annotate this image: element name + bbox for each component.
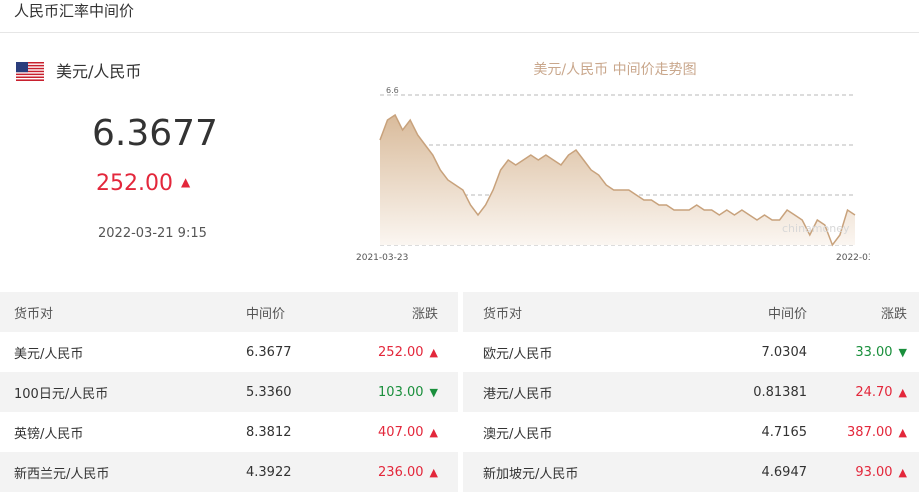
header-pair: 货币对 — [14, 306, 54, 322]
header-change: 涨跌 — [411, 306, 438, 322]
up-arrow-icon: ▲ — [180, 175, 191, 189]
row-pair: 英镑/人民币 — [14, 426, 84, 442]
row-mid: 4.6947 — [761, 464, 808, 480]
row-change-value: 407.00 — [378, 424, 424, 440]
row-pair: 港元/人民币 — [483, 386, 553, 402]
down-arrow-icon: ▼ — [898, 345, 907, 359]
featured-timestamp: 2022-03-21 9:15 — [98, 226, 207, 241]
x-end-label: 2022-03-21 — [836, 253, 870, 263]
up-arrow-icon: ▲ — [898, 385, 907, 399]
row-pair: 澳元/人民币 — [483, 426, 553, 442]
header-mid: 中间价 — [246, 306, 286, 322]
featured-change-value: 252.00 — [96, 171, 173, 196]
header-change: 涨跌 — [880, 306, 907, 322]
row-mid: 0.81381 — [753, 384, 807, 400]
row-pair: 新加坡元/人民币 — [483, 466, 579, 482]
row-pair: 欧元/人民币 — [483, 346, 553, 362]
row-change: 407.00 ▲ — [350, 425, 458, 440]
row-pair: 美元/人民币 — [14, 346, 84, 362]
trend-chart: 6.66.56.46.3 chinamoney 2021-03-23 2022-… — [356, 86, 870, 263]
up-arrow-icon: ▲ — [898, 465, 907, 479]
rates-table-right: 货币对 中间价 涨跌 欧元/人民币 7.0304 33.00 ▼ 港元/人民币 0.813… — [463, 292, 919, 492]
up-arrow-icon: ▲ — [429, 425, 438, 439]
row-pair: 新西兰元/人民币 — [14, 466, 110, 482]
row-change-value: 387.00 — [847, 424, 893, 440]
chart-title: 美元/人民币 中间价走势图 — [533, 62, 697, 78]
table-row[interactable]: 港元/人民币 0.81381 24.70 ▲ — [463, 372, 919, 412]
chart-watermark: chinamoney — [782, 222, 850, 235]
row-mid: 8.3812 — [246, 424, 292, 440]
row-change-value: 103.00 — [378, 384, 424, 400]
page-title: 人民币汇率中间价 — [14, 2, 135, 20]
table-header: 货币对 中间价 涨跌 — [0, 292, 458, 332]
row-mid: 4.3922 — [246, 464, 292, 480]
row-change-value: 93.00 — [855, 464, 893, 480]
row-pair: 100日元/人民币 — [14, 386, 109, 402]
table-row[interactable]: 新西兰元/人民币 4.3922 236.00 ▲ — [0, 452, 458, 492]
up-arrow-icon: ▲ — [429, 465, 438, 479]
row-change-value: 236.00 — [378, 464, 424, 480]
row-change: 252.00 ▲ — [350, 345, 458, 360]
row-change: 93.00 ▲ — [807, 465, 919, 480]
us-flag-icon — [16, 62, 44, 81]
header-mid: 中间价 — [767, 306, 807, 322]
row-mid: 7.0304 — [761, 344, 808, 360]
down-arrow-icon: ▼ — [429, 385, 438, 399]
row-change: 103.00 ▼ — [350, 385, 458, 400]
row-change: 24.70 ▲ — [807, 385, 919, 400]
table-row[interactable]: 英镑/人民币 8.3812 407.00 ▲ — [0, 412, 458, 452]
row-change: 236.00 ▲ — [350, 465, 458, 480]
row-mid: 4.7165 — [761, 424, 808, 440]
row-change-value: 252.00 — [378, 344, 424, 360]
table-row[interactable]: 欧元/人民币 7.0304 33.00 ▼ — [463, 332, 919, 372]
row-change-value: 24.70 — [855, 384, 893, 400]
featured-pair-name: 美元/人民币 — [56, 62, 142, 81]
y-tick-label: 6.6 — [386, 86, 399, 95]
row-mid: 6.3677 — [246, 344, 292, 360]
featured-change: 252.00 ▲ — [96, 170, 190, 200]
x-start-label: 2021-03-23 — [356, 253, 408, 263]
table-row[interactable]: 新加坡元/人民币 4.6947 93.00 ▲ — [463, 452, 919, 492]
header-pair: 货币对 — [483, 306, 523, 322]
featured-rate: 6.3677 — [92, 113, 218, 154]
rates-table-left: 货币对 中间价 涨跌 美元/人民币 6.3677 252.00 ▲ 100日元/人民币 5… — [0, 292, 458, 492]
table-header: 货币对 中间价 涨跌 — [463, 292, 919, 332]
up-arrow-icon: ▲ — [429, 345, 438, 359]
row-change: 387.00 ▲ — [807, 425, 919, 440]
table-row[interactable]: 100日元/人民币 5.3360 103.00 ▼ — [0, 372, 458, 412]
row-mid: 5.3360 — [246, 384, 292, 400]
row-change: 33.00 ▼ — [807, 345, 919, 360]
up-arrow-icon: ▲ — [898, 425, 907, 439]
table-row[interactable]: 澳元/人民币 4.7165 387.00 ▲ — [463, 412, 919, 452]
title-divider — [0, 32, 919, 33]
row-change-value: 33.00 — [855, 344, 893, 360]
table-row[interactable]: 美元/人民币 6.3677 252.00 ▲ — [0, 332, 458, 372]
